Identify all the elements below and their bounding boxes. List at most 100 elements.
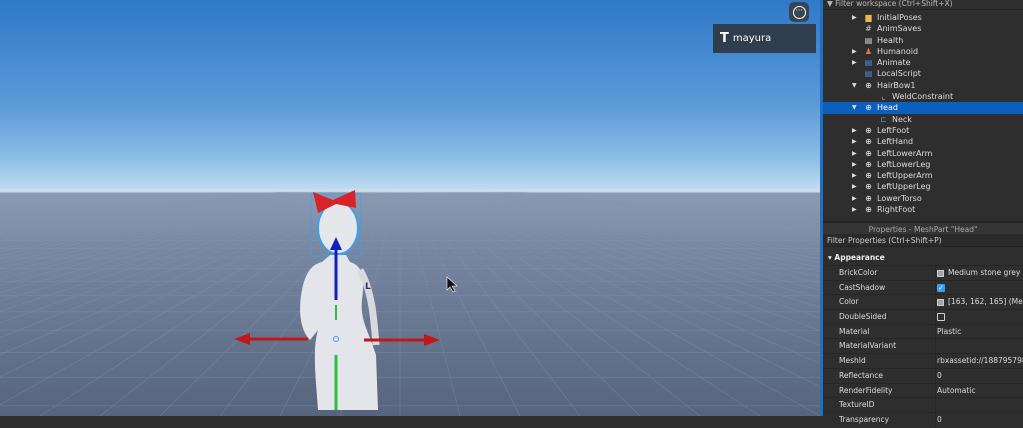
explorer-item-animsaves[interactable]: # AnimSaves bbox=[823, 23, 1023, 34]
checkbox-checked[interactable]: ✓ bbox=[937, 283, 945, 292]
explorer-item-hairbow1[interactable]: ▼ ⊕ HairBow1 bbox=[823, 80, 1023, 91]
explorer-item-leftlowerarm[interactable]: ▶ ⊕ LeftLowerArm bbox=[823, 148, 1023, 159]
explorer-item-initialposes[interactable]: ▶ ▆ InitialPoses bbox=[823, 12, 1023, 23]
property-row-brickcolor[interactable]: BrickColor Medium stone grey bbox=[823, 265, 1023, 280]
section-label: Appearance bbox=[834, 253, 885, 262]
folder-icon: ▆ bbox=[865, 13, 872, 22]
property-value-cell[interactable]: [163, 162, 165] (Medium bbox=[935, 295, 1023, 310]
explorer-item-humanoid[interactable]: ▶ ♟ Humanoid bbox=[823, 46, 1023, 57]
explorer-item-label: Health bbox=[877, 35, 904, 45]
explorer-filter-input[interactable]: ▼ Filter workspace (Ctrl+Shift+X) bbox=[823, 0, 1023, 10]
explorer-item-leftupperarm[interactable]: ▶ ⊕ LeftUpperArm bbox=[823, 170, 1023, 181]
explorer-item-localscript[interactable]: ▤ LocalScript bbox=[823, 68, 1023, 79]
checkbox-unchecked[interactable] bbox=[937, 313, 945, 322]
color-swatch-icon[interactable] bbox=[937, 269, 944, 277]
property-row-castshadow[interactable]: CastShadow ✓ bbox=[823, 279, 1023, 295]
explorer-item-lowertorso[interactable]: ▶ ⊕ LowerTorso bbox=[823, 193, 1023, 204]
property-value-cell[interactable]: ✓ bbox=[935, 280, 945, 295]
explorer-item-rightfoot[interactable]: ▶ ⊕ RightFoot bbox=[823, 204, 1023, 215]
property-value-cell[interactable] bbox=[935, 398, 937, 412]
explorer-item-leftlowerleg[interactable]: ▶ ⊕ LeftLowerLeg bbox=[823, 159, 1023, 170]
property-row-renderfidelity[interactable]: RenderFidelity Automatic bbox=[823, 382, 1023, 398]
chevron-down-icon[interactable]: ▼ bbox=[852, 102, 857, 113]
property-name: RenderFidelity bbox=[839, 385, 893, 395]
explorer-item-label: LeftUpperArm bbox=[877, 171, 933, 181]
property-name: DoubleSided bbox=[839, 312, 887, 322]
chevron-right-icon[interactable]: ▶ bbox=[852, 181, 857, 192]
explorer-item-leftupperleg[interactable]: ▶ ⊕ LeftUpperLeg bbox=[823, 181, 1023, 192]
chevron-right-icon[interactable]: ▶ bbox=[852, 193, 857, 204]
property-row-textureid[interactable]: TextureID bbox=[823, 397, 1023, 412]
meshpart-icon: ⊕ bbox=[865, 182, 872, 192]
explorer-item-label: LeftLowerArm bbox=[877, 148, 933, 158]
property-value-cell[interactable]: Plastic bbox=[935, 324, 961, 339]
property-value[interactable]: [163, 162, 165] (Medium bbox=[948, 297, 1023, 306]
property-value[interactable]: Medium stone grey bbox=[948, 268, 1020, 277]
section-appearance[interactable]: ▾ Appearance bbox=[823, 250, 1023, 265]
chevron-right-icon[interactable]: ▶ bbox=[852, 170, 857, 181]
explorer-item-health[interactable]: ▤ Health bbox=[823, 35, 1023, 46]
property-value[interactable]: 0 bbox=[937, 415, 942, 424]
property-name: BrickColor bbox=[839, 268, 878, 277]
baseplate-grid bbox=[0, 191, 820, 416]
chevron-right-icon[interactable]: ▶ bbox=[852, 57, 857, 68]
chevron-right-icon[interactable]: ▶ bbox=[852, 46, 857, 57]
property-row-transparency[interactable]: Transparency 0 bbox=[823, 411, 1023, 427]
explorer-item-label: AnimSaves bbox=[877, 24, 922, 34]
property-name: Reflectance bbox=[839, 370, 883, 380]
more-options-button[interactable]: ··· bbox=[789, 2, 809, 22]
explorer-item-weldconstraint[interactable]: ⌞ WeldConstraint bbox=[823, 91, 1023, 102]
chevron-right-icon[interactable]: ▶ bbox=[852, 125, 857, 136]
meshpart-icon: ⊕ bbox=[865, 125, 872, 135]
meshpart-icon: ⊕ bbox=[865, 137, 872, 147]
explorer-item-neck[interactable]: ⊏ Neck bbox=[823, 114, 1023, 125]
property-name: MaterialVariant bbox=[839, 341, 897, 351]
property-row-reflectance[interactable]: Reflectance 0 bbox=[823, 367, 1023, 383]
property-row-material[interactable]: Material Plastic bbox=[823, 323, 1023, 339]
explorer-item-label: Humanoid bbox=[877, 46, 919, 56]
explorer-item-label: LeftLowerLeg bbox=[877, 159, 931, 169]
explorer-item-lefthand[interactable]: ▶ ⊕ LeftHand bbox=[823, 136, 1023, 147]
property-row-materialvariant[interactable]: MaterialVariant bbox=[823, 338, 1023, 354]
chevron-right-icon[interactable]: ▶ bbox=[852, 12, 857, 23]
script-icon: ▤ bbox=[864, 35, 873, 45]
explorer-item-leftfoot[interactable]: ▶ ⊕ LeftFoot bbox=[823, 125, 1023, 136]
property-value[interactable]: Automatic bbox=[937, 386, 975, 395]
color-swatch-icon[interactable] bbox=[937, 298, 944, 306]
collaborator-name: mayura bbox=[732, 33, 772, 44]
explorer-item-label: LocalScript bbox=[877, 69, 921, 79]
chevron-right-icon[interactable]: ▶ bbox=[852, 148, 857, 159]
property-value[interactable]: rbxassetid://18879579885 bbox=[937, 356, 1023, 365]
property-name: MeshId bbox=[839, 356, 866, 366]
property-row-doublesided[interactable]: DoubleSided bbox=[823, 309, 1023, 324]
explorer-item-label: LeftFoot bbox=[877, 125, 910, 135]
explorer-item-head[interactable]: ▼ ⊕ Head bbox=[823, 102, 1023, 114]
chevron-down-icon[interactable]: ▼ bbox=[852, 80, 857, 91]
chevron-right-icon[interactable]: ▶ bbox=[852, 136, 857, 147]
property-value[interactable]: 0 bbox=[937, 371, 942, 380]
motor-icon: ⊏ bbox=[880, 114, 887, 124]
collaborator-badge[interactable]: Tmayura bbox=[713, 24, 816, 53]
explorer-item-animate[interactable]: ▶ ▤ Animate bbox=[823, 57, 1023, 68]
property-value-cell[interactable]: rbxassetid://18879579885 bbox=[935, 354, 1023, 368]
roblox-logo-icon: T bbox=[720, 31, 729, 46]
property-value[interactable]: Plastic bbox=[937, 327, 961, 336]
properties-filter-input[interactable]: Filter Properties (Ctrl+Shift+P) bbox=[823, 234, 1023, 247]
chevron-right-icon[interactable]: ▶ bbox=[852, 204, 857, 215]
property-value-cell[interactable]: 0 bbox=[935, 412, 942, 427]
explorer-item-label: WeldConstraint bbox=[892, 92, 954, 102]
property-row-meshid[interactable]: MeshId rbxassetid://18879579885 bbox=[823, 353, 1023, 368]
chevron-right-icon[interactable]: ▶ bbox=[852, 159, 857, 170]
property-value-cell[interactable]: 0 bbox=[935, 368, 942, 383]
property-value-cell[interactable] bbox=[935, 339, 937, 354]
3d-viewport[interactable]: L ··· Tmayura bbox=[0, 0, 820, 416]
explorer-tree: ▶ ▆ InitialPoses # AnimSaves ▤ Health ▶ ♟ Humanoi… bbox=[823, 10, 1023, 215]
property-value-cell[interactable] bbox=[935, 310, 945, 324]
property-value-cell[interactable]: Automatic bbox=[935, 383, 975, 398]
property-row-color[interactable]: Color [163, 162, 165] (Medium bbox=[823, 294, 1023, 310]
explorer-item-label: LeftUpperLeg bbox=[877, 182, 931, 192]
property-value-cell[interactable]: Medium stone grey bbox=[935, 266, 1020, 280]
x-axis-handle-right bbox=[424, 334, 440, 346]
meshpart-icon: ⊕ bbox=[865, 103, 872, 113]
hash-icon: # bbox=[865, 24, 872, 34]
